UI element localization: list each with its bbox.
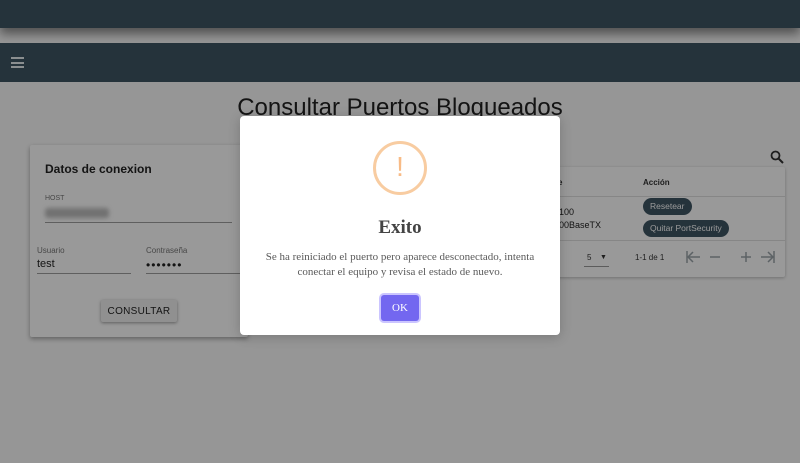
dialog-message: Se ha reiniciado el puerto pero aparece …	[265, 251, 535, 278]
dialog-title: Exito	[378, 217, 422, 238]
exclamation-glyph: !	[396, 151, 404, 182]
alert-dialog: ! Exito Se ha reiniciado el puerto pero …	[240, 116, 560, 335]
ok-button[interactable]: OK	[381, 295, 419, 321]
warning-exclamation-icon: !	[373, 141, 427, 195]
